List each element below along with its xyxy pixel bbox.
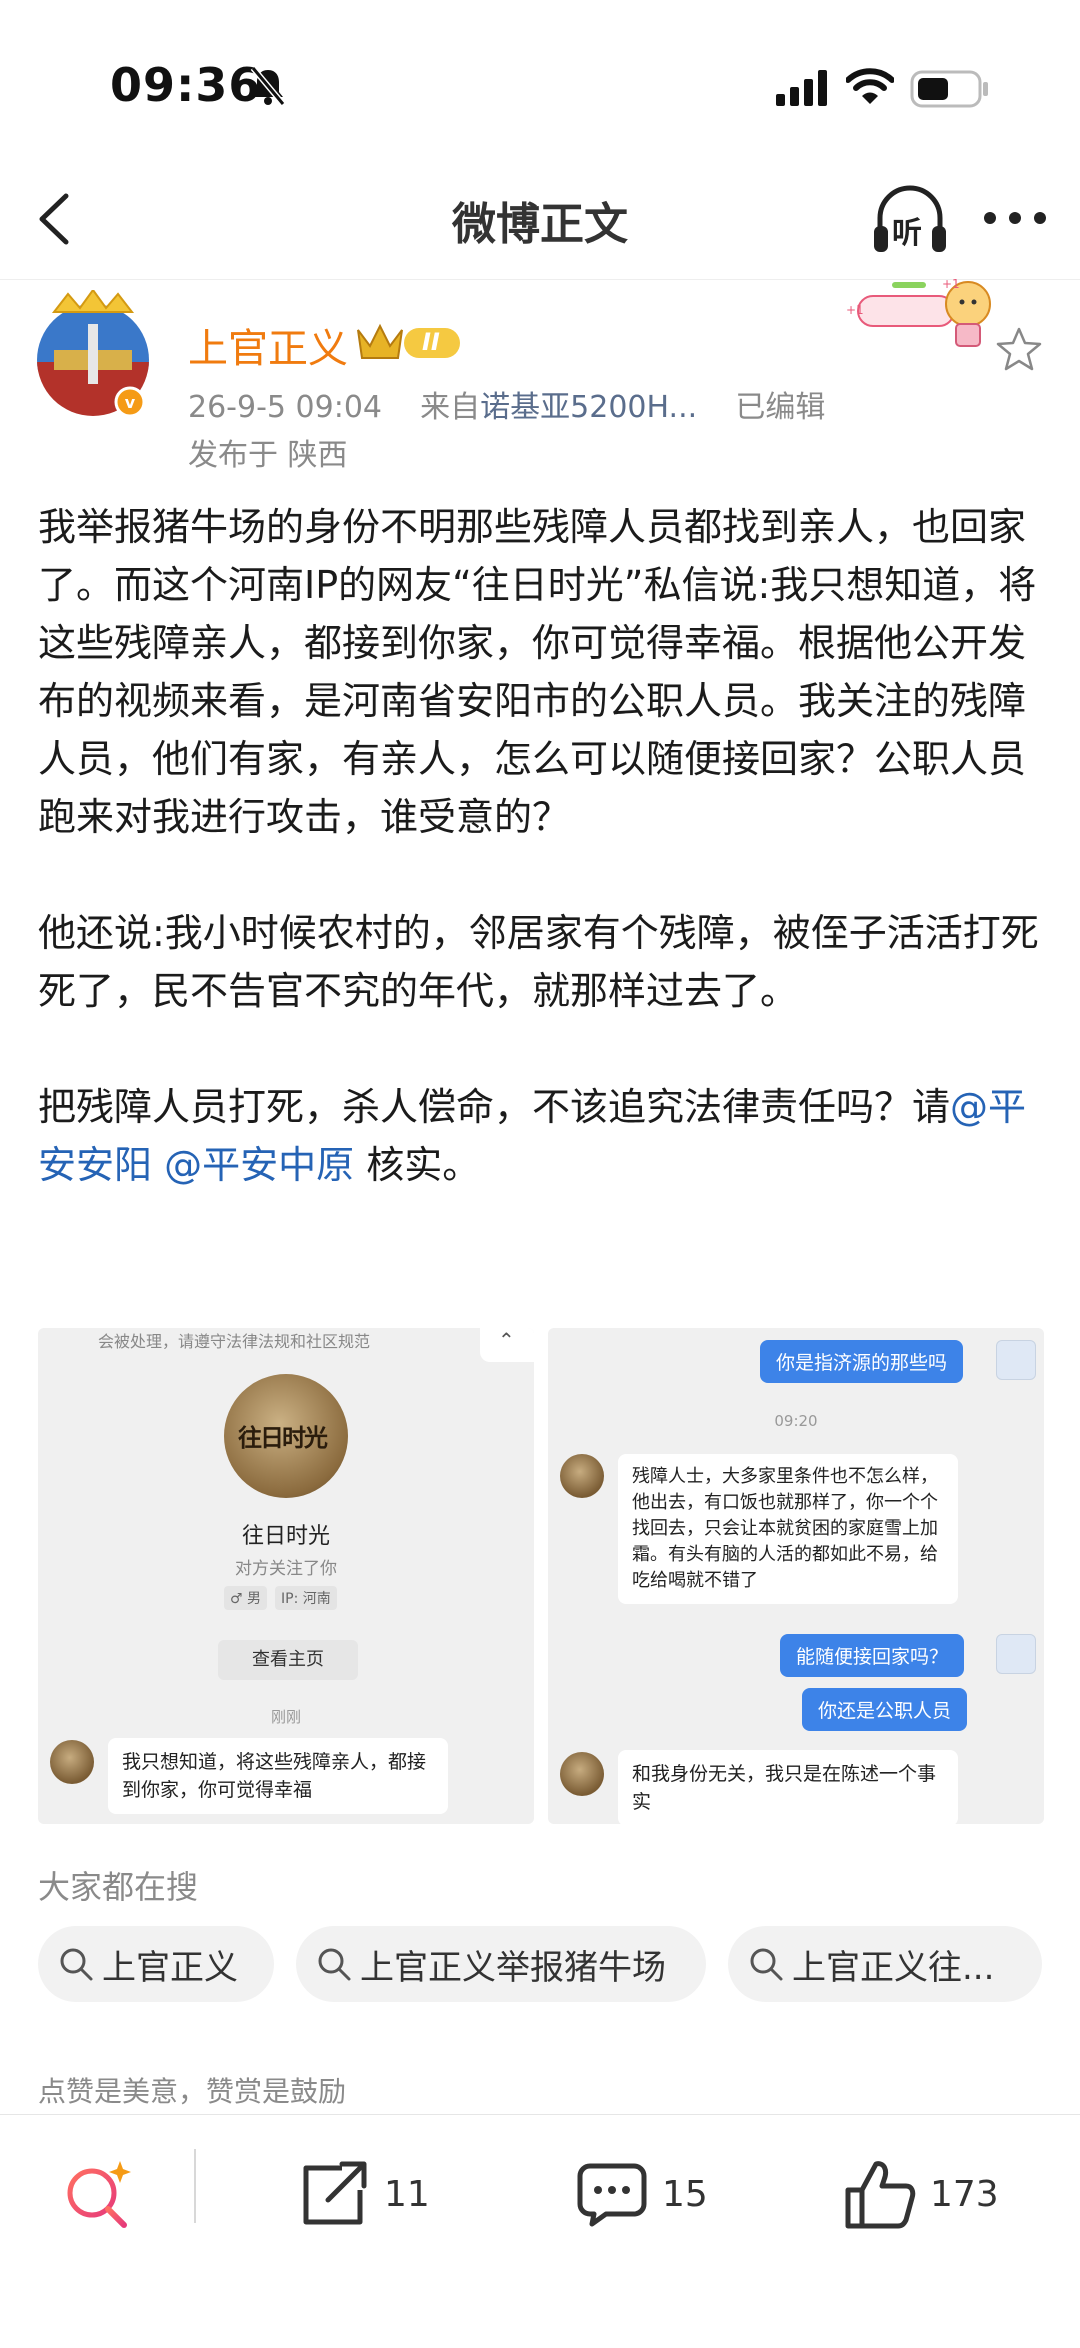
image1-notice: 会被处理，请遵守法律法规和社区规范 — [98, 1332, 371, 1351]
vip-badge: II — [354, 320, 464, 364]
search-chip-1-label: 上官正义 — [102, 1947, 238, 1988]
bell-muted-icon — [250, 66, 286, 106]
image1-profile-name: 往日时光 — [241, 1524, 330, 1549]
image2-chat-avatar — [560, 1454, 604, 1498]
thumbs-up-icon — [845, 2161, 916, 2229]
nav-bar: 微博正文 听 — [0, 160, 1080, 280]
post-edited[interactable]: 已编辑 — [735, 390, 825, 425]
listen-headphones-icon[interactable]: 听 — [870, 182, 950, 258]
image2-chat-avatar-2 — [560, 1752, 604, 1796]
repost-button[interactable]: 11 — [298, 2157, 430, 2231]
search-icon — [318, 1948, 351, 1981]
svg-text:v: v — [125, 393, 136, 412]
image1-follows-you: 对方关注了你 — [235, 1559, 337, 1579]
decoration-sticker-icon: +1 +1 — [838, 274, 1008, 350]
post-image-2[interactable]: 你是指济源的那些吗 09:20 残障人士，大多家里条件也不怎么样，他出去，有口饭… — [548, 1328, 1044, 1824]
like-count: 173 — [930, 2173, 999, 2215]
image1-ip: IP: 河南 — [275, 1586, 337, 1610]
image2-msg2: 能随便接回家吗？ — [780, 1634, 965, 1677]
post-image-1[interactable]: 会被处理，请遵守法律法规和社区规范 ⌃ 往日时光 往日时光 对方关注了你 ♂ 男… — [38, 1328, 534, 1824]
sparkle-search-icon[interactable] — [62, 2157, 136, 2231]
signal-icon — [776, 70, 827, 106]
search-chip-1[interactable]: 上官正义 — [38, 1926, 274, 2002]
comment-button[interactable]: 15 — [576, 2157, 708, 2231]
status-bar: 09:36 — [0, 0, 1080, 160]
svg-text:+1: +1 — [942, 277, 960, 291]
svg-text:+1: +1 — [846, 303, 864, 317]
post-body: 我举报猪牛场的身份不明那些残障人员都找到亲人，也回家了。而这个河南IP的网友“往… — [38, 498, 1048, 1194]
comment-icon — [577, 2163, 647, 2227]
image1-gender: ♂ 男 — [224, 1586, 268, 1610]
post-from-prefix: 来自 — [420, 390, 481, 425]
image1-message: 我只想知道，将这些残障亲人，都接到你家，你可觉得幸福 — [108, 1738, 448, 1814]
like-button[interactable]: 173 — [844, 2157, 999, 2231]
status-time: 09:36 — [110, 58, 262, 112]
image2-reply2: 和我身份无关，我只是在陈述一个事实 — [618, 1750, 958, 1824]
collapse-chevron-icon: ⌃ — [498, 1328, 515, 1352]
image2-self-avatar-2 — [996, 1634, 1036, 1674]
search-section-title: 大家都在搜 — [38, 1868, 199, 1906]
image1-chat-avatar — [50, 1740, 94, 1784]
like-tip: 点赞是美意，赞赏是鼓励 — [38, 2075, 347, 2108]
image1-profile-avatar: 往日时光 — [224, 1374, 348, 1498]
search-chip-2-label: 上官正义举报猪牛场 — [360, 1947, 666, 1988]
image2-msg1: 你是指济源的那些吗 — [760, 1340, 964, 1383]
bottom-toolbar: 11 15 173 — [0, 2114, 1080, 2348]
post-device[interactable]: 诺基亚5200H... — [480, 390, 697, 425]
post-paragraph-1: 我举报猪牛场的身份不明那些残障人员都找到亲人，也回家了。而这个河南IP的网友“往… — [38, 505, 1037, 839]
vip-level: II — [422, 328, 440, 356]
search-chip-2[interactable]: 上官正义举报猪牛场 — [296, 1926, 706, 2002]
search-icon — [60, 1948, 93, 1981]
post-paragraph-3-end: 核实。 — [354, 1143, 481, 1187]
post-paragraph-2: 他还说:我小时候农村的，邻居家有个残障，被侄子活活打死死了，民不告官不究的年代，… — [38, 911, 1039, 1013]
search-chip-3-label: 上官正义往... — [792, 1947, 995, 1988]
post-meta: 26-9-5 09:04 来自诺基亚5200H... 已编辑 — [188, 382, 825, 426]
mention-link-2[interactable]: @平安中原 — [164, 1143, 354, 1187]
post-paragraph-3-text: 把残障人员打死，杀人偿命，不该追究法律责任吗？请 — [38, 1085, 951, 1129]
toolbar-divider — [194, 2149, 196, 2223]
image2-reply1: 残障人士，大多家里条件也不怎么样，他出去，有口饭也就那样了，你一个个找回去，只会… — [618, 1454, 958, 1604]
image1-time: 刚刚 — [270, 1708, 301, 1726]
wifi-icon — [846, 68, 894, 104]
image1-avatar-text: 往日时光 — [238, 1424, 328, 1452]
listen-label: 听 — [892, 216, 922, 251]
search-chip-3[interactable]: 上官正义往... — [728, 1926, 1042, 2002]
more-options-icon[interactable] — [980, 206, 1050, 230]
post-paragraph-3: 把残障人员打死，杀人偿命，不该追究法律责任吗？请@平安安阳 @平安中原 核实。 — [38, 1078, 1048, 1194]
image1-tags: ♂ 男 IP: 河南 — [224, 1586, 337, 1610]
image2-self-avatar — [996, 1340, 1036, 1380]
repost-count: 11 — [384, 2173, 430, 2215]
image2-msg3: 你还是公职人员 — [802, 1688, 968, 1731]
comment-count: 15 — [662, 2173, 708, 2215]
image2-time: 09:20 — [774, 1412, 818, 1430]
search-icon — [750, 1948, 783, 1981]
post-datetime: 26-9-5 09:04 — [188, 390, 382, 425]
battery-icon — [910, 70, 988, 108]
repost-icon — [303, 2161, 367, 2225]
favorite-star-icon[interactable] — [996, 326, 1042, 372]
image1-collapse-button: ⌃ — [480, 1328, 534, 1362]
author-name[interactable]: 上官正义 — [188, 316, 348, 374]
author-avatar[interactable]: v — [34, 288, 152, 420]
post-location: 发布于 陕西 — [188, 438, 348, 473]
image1-view-home-button: 查看主页 — [218, 1640, 358, 1680]
